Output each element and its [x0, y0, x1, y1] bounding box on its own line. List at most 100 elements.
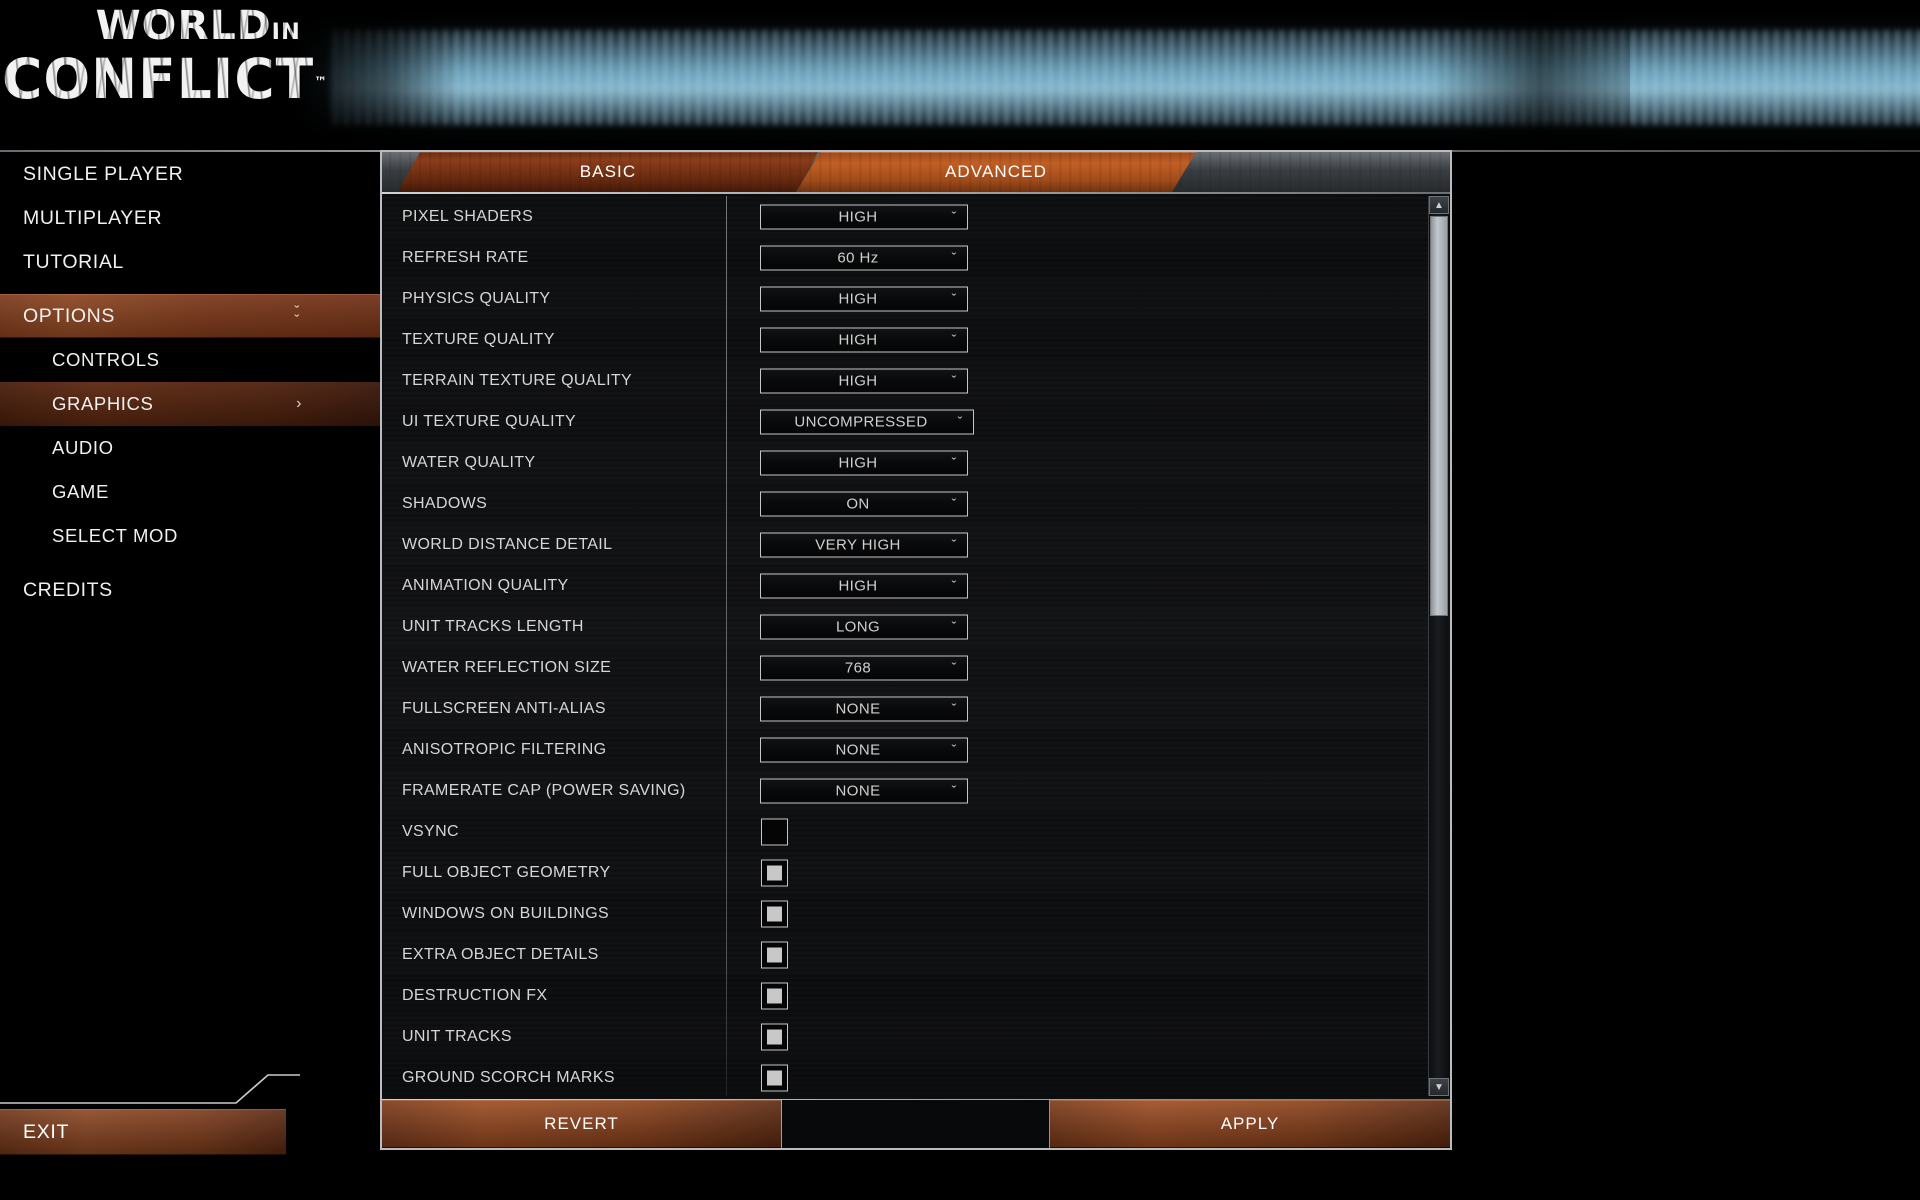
exit-decoration	[0, 1069, 300, 1109]
setting-dropdown[interactable]: HIGH ˇ	[760, 573, 968, 598]
chevron-down-icon: ˇ	[951, 659, 957, 676]
chevron-down-icon: ˇ	[951, 618, 957, 635]
setting-checkbox[interactable]	[761, 1064, 788, 1091]
chevron-down-icon: ˇ	[951, 372, 957, 389]
setting-dropdown[interactable]: 768 ˇ	[760, 655, 968, 680]
sidebar-item-label: TUTORIAL	[23, 250, 124, 273]
top-banner: WORLDIN CONFLICT™	[0, 0, 1920, 152]
footer-spacer	[782, 1100, 1050, 1148]
setting-dropdown-value: NONE	[835, 700, 881, 717]
scroll-down-button[interactable]: ▼	[1429, 1078, 1449, 1096]
setting-label: DESTRUCTION FX	[402, 986, 548, 1004]
settings-row: UNIT TRACKS	[384, 1016, 1436, 1057]
tab-advanced[interactable]: ADVANCED	[796, 152, 1196, 192]
setting-checkbox[interactable]	[761, 900, 788, 927]
nav-list: SINGLE PLAYER MULTIPLAYER TUTORIAL OPTIONS ˇ…	[0, 152, 386, 612]
chevron-down-icon: ˇ	[951, 290, 957, 307]
setting-label: WATER QUALITY	[402, 453, 536, 471]
setting-dropdown[interactable]: VERY HIGH ˇ	[760, 532, 968, 557]
sidebar-item-select-mod[interactable]: SELECT MOD	[0, 514, 386, 558]
settings-row: PHYSICS QUALITY HIGH ˇ	[384, 278, 1436, 319]
settings-row: FRAMERATE CAP (POWER SAVING) NONE ˇ	[384, 770, 1436, 811]
chevron-down-icon: ˇ	[951, 741, 957, 758]
setting-dropdown[interactable]: HIGH ˇ	[760, 368, 968, 393]
settings-row: WATER QUALITY HIGH ˇ	[384, 442, 1436, 483]
setting-dropdown-value: NONE	[835, 782, 881, 799]
setting-dropdown[interactable]: NONE ˇ	[760, 778, 968, 803]
settings-row: FULL OBJECT GEOMETRY	[384, 852, 1436, 893]
setting-dropdown-value: UNCOMPRESSED	[794, 413, 928, 430]
logo-line-1: WORLDIN	[95, 3, 301, 49]
setting-dropdown-value: HIGH	[838, 454, 878, 471]
setting-label: FULL OBJECT GEOMETRY	[402, 863, 611, 881]
setting-label: UI TEXTURE QUALITY	[402, 412, 577, 430]
exit-button-label: EXIT	[23, 1120, 70, 1143]
tab-underline	[382, 192, 1450, 194]
settings-row: WATER REFLECTION SIZE 768 ˇ	[384, 647, 1436, 688]
setting-checkbox[interactable]	[761, 1023, 788, 1050]
revert-button[interactable]: REVERT	[382, 1100, 782, 1148]
setting-dropdown[interactable]: HIGH ˇ	[760, 327, 968, 352]
settings-row: EXTRA OBJECT DETAILS	[384, 934, 1436, 975]
setting-checkbox[interactable]	[761, 818, 788, 845]
setting-label: ANIMATION QUALITY	[402, 576, 569, 594]
settings-row: WORLD DISTANCE DETAIL VERY HIGH ˇ	[384, 524, 1436, 565]
setting-dropdown[interactable]: HIGH ˇ	[760, 450, 968, 475]
settings-row: SHADOWS ON ˇ	[384, 483, 1436, 524]
banner-light-strip	[330, 30, 1920, 125]
sidebar-item-audio[interactable]: AUDIO	[0, 426, 386, 470]
exit-button[interactable]: EXIT	[0, 1109, 286, 1155]
setting-dropdown[interactable]: UNCOMPRESSED ˇ	[760, 409, 974, 434]
chevron-double-down-icon: ˇˇ	[294, 303, 300, 329]
sidebar-item-graphics[interactable]: GRAPHICS ›	[0, 382, 386, 426]
settings-row: WINDOWS ON BUILDINGS	[384, 893, 1436, 934]
banner-right-fade	[1430, 0, 1630, 152]
scrollbar-thumb[interactable]	[1430, 216, 1448, 616]
logo-line-2: CONFLICT™	[2, 47, 329, 111]
setting-dropdown-value: VERY HIGH	[815, 536, 901, 553]
sidebar-item-options[interactable]: OPTIONS ˇ ˇ	[0, 294, 386, 338]
setting-dropdown[interactable]: NONE ˇ	[760, 696, 968, 721]
settings-scrollbar[interactable]: ▲ ▼	[1428, 196, 1449, 1096]
checkbox-mark-icon	[767, 947, 782, 962]
chevron-down-icon: ˇ	[951, 208, 957, 225]
tab-basic[interactable]: BASIC	[398, 152, 818, 192]
sidebar-item-game[interactable]: GAME	[0, 470, 386, 514]
settings-row: UI TEXTURE QUALITY UNCOMPRESSED ˇ	[384, 401, 1436, 442]
setting-label: PHYSICS QUALITY	[402, 289, 551, 307]
setting-checkbox[interactable]	[761, 859, 788, 886]
apply-button-label: APPLY	[1220, 1114, 1280, 1133]
setting-checkbox[interactable]	[761, 941, 788, 968]
tab-advanced-label: ADVANCED	[944, 162, 1047, 181]
setting-label: PIXEL SHADERS	[402, 207, 534, 225]
chevron-down-icon: ˇ	[951, 454, 957, 471]
setting-dropdown[interactable]: ON ˇ	[760, 491, 968, 516]
sidebar-item-label: GRAPHICS	[52, 393, 154, 414]
setting-dropdown-value: HIGH	[838, 372, 878, 389]
setting-dropdown[interactable]: HIGH ˇ	[760, 286, 968, 311]
settings-row: VSYNC	[384, 811, 1436, 852]
setting-dropdown[interactable]: LONG ˇ	[760, 614, 968, 639]
setting-dropdown[interactable]: 60 Hz ˇ	[760, 245, 968, 270]
settings-row: TERRAIN TEXTURE QUALITY HIGH ˇ	[384, 360, 1436, 401]
sidebar-item-label: CREDITS	[23, 578, 113, 601]
game-logo: WORLDIN CONFLICT™	[0, 3, 329, 116]
checkbox-mark-icon	[767, 988, 782, 1003]
sidebar-item-controls[interactable]: CONTROLS	[0, 338, 386, 382]
setting-dropdown[interactable]: NONE ˇ	[760, 737, 968, 762]
setting-dropdown[interactable]: HIGH ˇ	[760, 204, 968, 229]
sidebar-item-tutorial[interactable]: TUTORIAL	[0, 240, 386, 284]
chevron-down-icon: ˇ	[951, 782, 957, 799]
settings-row: FULLSCREEN ANTI-ALIAS NONE ˇ	[384, 688, 1436, 729]
sidebar-item-single-player[interactable]: SINGLE PLAYER	[0, 152, 386, 196]
setting-checkbox[interactable]	[761, 982, 788, 1009]
setting-label: WORLD DISTANCE DETAIL	[402, 535, 613, 553]
checkbox-mark-icon	[767, 1070, 782, 1085]
scroll-up-button[interactable]: ▲	[1429, 196, 1449, 214]
sidebar-item-credits[interactable]: CREDITS	[0, 568, 386, 612]
setting-label: WINDOWS ON BUILDINGS	[402, 904, 610, 922]
setting-dropdown-value: HIGH	[838, 577, 878, 594]
nav-gap	[0, 284, 386, 294]
sidebar-item-multiplayer[interactable]: MULTIPLAYER	[0, 196, 386, 240]
apply-button[interactable]: APPLY	[1050, 1100, 1450, 1148]
